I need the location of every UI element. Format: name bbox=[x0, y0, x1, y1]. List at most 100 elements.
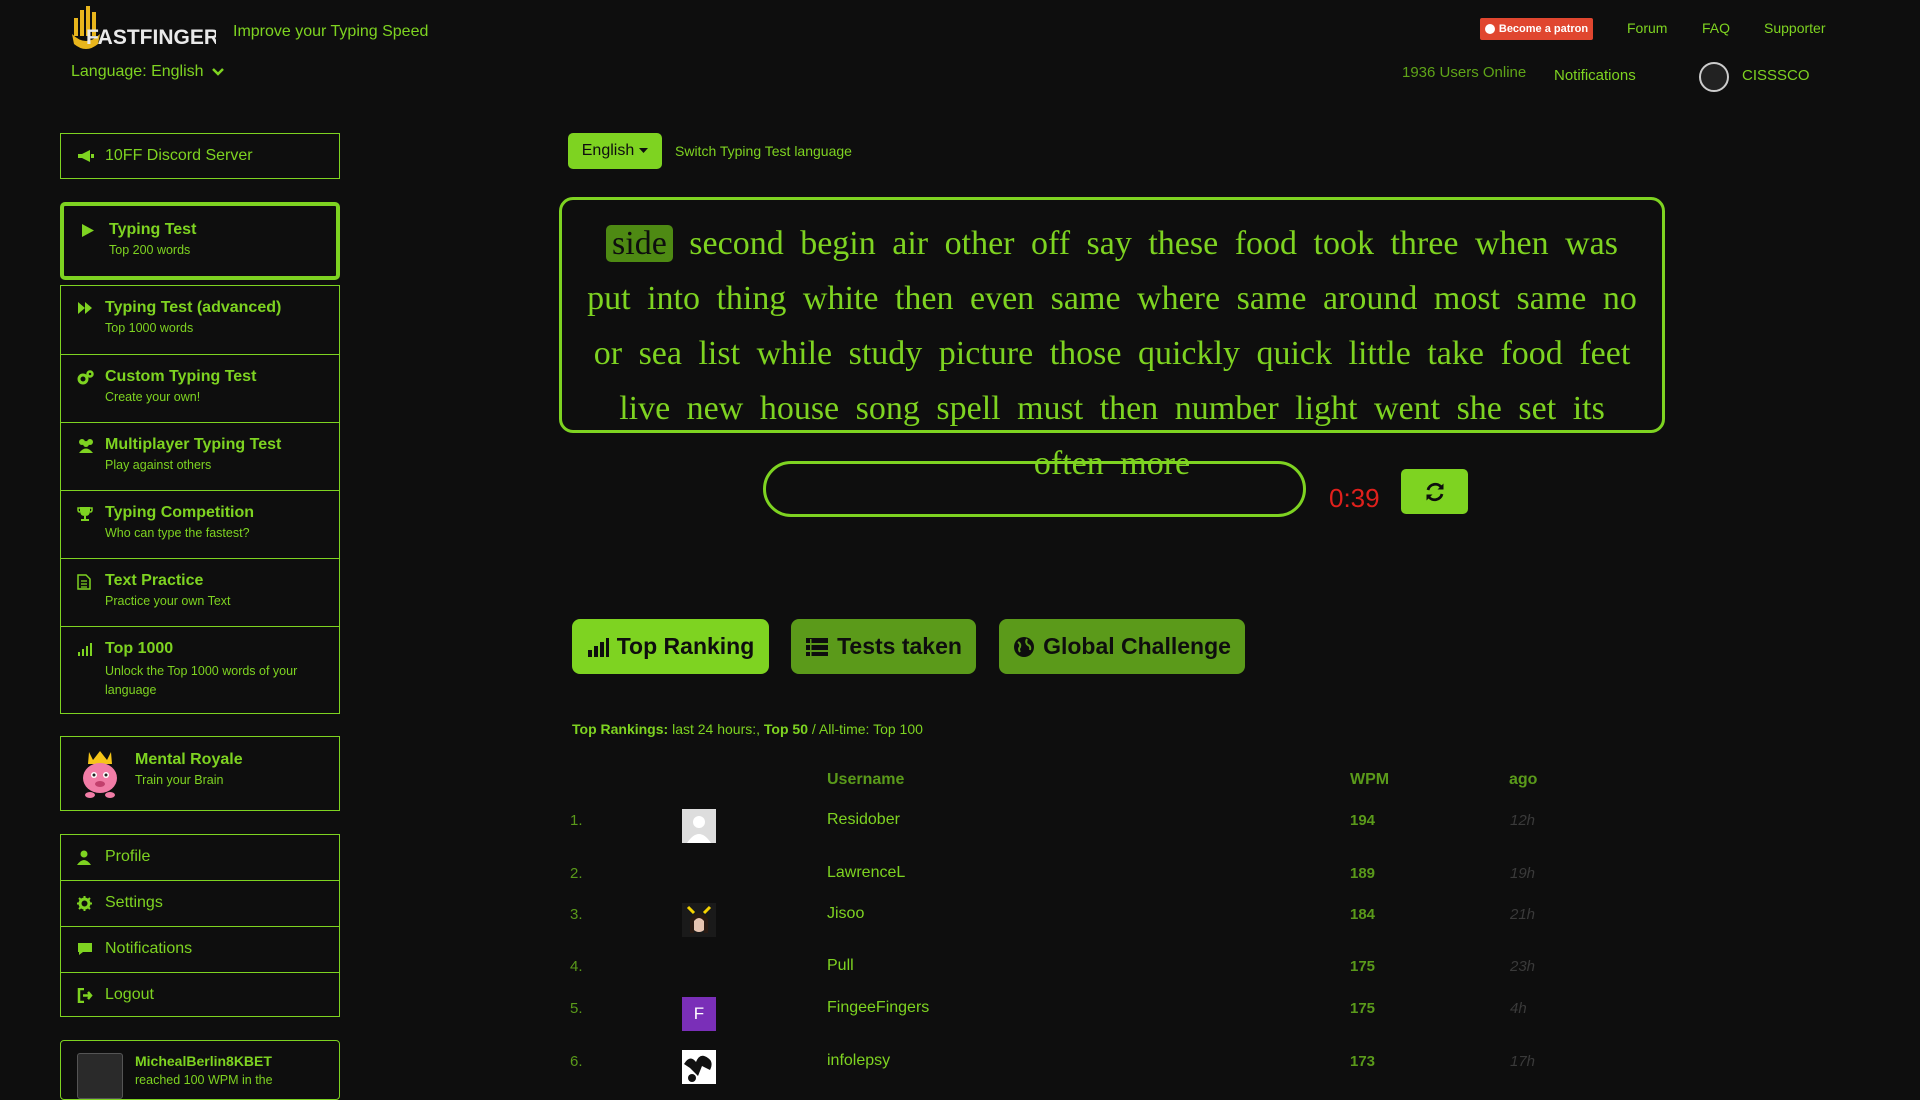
ranking-username[interactable]: Pull bbox=[827, 957, 854, 975]
ranking-user-avatar[interactable] bbox=[682, 1050, 716, 1084]
account-item-profile[interactable]: Profile bbox=[61, 835, 339, 881]
test-language-button[interactable]: English bbox=[568, 133, 662, 169]
tab-global-challenge[interactable]: Global Challenge bbox=[999, 619, 1245, 674]
sidebar-item-typing-test-advanced[interactable]: Typing Test (advanced) Top 1000 words bbox=[61, 286, 339, 355]
ranking-wpm: 184 bbox=[1350, 906, 1376, 923]
ranking-wpm: 173 bbox=[1350, 1053, 1376, 1070]
nav-faq-link[interactable]: FAQ bbox=[1702, 20, 1730, 36]
sidebar-item-multiplayer[interactable]: Multiplayer Typing Test Play against oth… bbox=[61, 423, 339, 491]
column-header-username[interactable]: Username bbox=[827, 771, 904, 789]
ranking-ago: 4h bbox=[1510, 1000, 1527, 1017]
user-avatar[interactable] bbox=[1699, 62, 1729, 92]
word: into bbox=[647, 280, 700, 317]
fast-forward-icon bbox=[77, 301, 95, 315]
ranking-wpm: 175 bbox=[1350, 958, 1376, 975]
word: light bbox=[1295, 390, 1358, 427]
sidebar-item-label: Top 1000 bbox=[105, 640, 174, 657]
word: those bbox=[1049, 335, 1122, 372]
account-item-label: Notifications bbox=[105, 940, 193, 957]
header-notifications-link[interactable]: Notifications bbox=[1554, 67, 1636, 84]
sidebar-item-sublabel: Create your own! bbox=[105, 390, 201, 404]
account-item-settings[interactable]: Settings bbox=[61, 881, 339, 927]
word: three bbox=[1390, 225, 1459, 262]
word: list bbox=[698, 335, 741, 372]
become-patron-label: Become a patron bbox=[1498, 23, 1589, 35]
word: when bbox=[1474, 225, 1549, 262]
word: house bbox=[759, 390, 840, 427]
rankings-24h-link[interactable]: last 24 hours:, bbox=[668, 721, 764, 737]
test-language-label: English bbox=[581, 142, 635, 159]
word: while bbox=[756, 335, 833, 372]
discord-server-label: 10FF Discord Server bbox=[105, 147, 253, 164]
current-word: side bbox=[606, 225, 673, 262]
account-item-label: Logout bbox=[105, 986, 154, 1003]
account-item-notifications[interactable]: Notifications bbox=[61, 927, 339, 973]
sidebar-nav-group: Typing Test (advanced) Top 1000 words Cu… bbox=[60, 285, 340, 714]
sidebar-item-sublabel: Unlock the Top 1000 words of your langua… bbox=[105, 664, 298, 697]
word: air bbox=[892, 225, 929, 262]
ranking-username[interactable]: infolepsy bbox=[827, 1052, 890, 1070]
become-patron-button[interactable]: Become a patron bbox=[1480, 18, 1593, 40]
ranking-user-avatar[interactable]: F bbox=[682, 997, 716, 1031]
site-logo[interactable]: FASTFINGERS bbox=[70, 4, 216, 60]
ranking-username[interactable]: Residober bbox=[827, 811, 900, 829]
ranking-position: 2. bbox=[570, 865, 583, 882]
word: quickly bbox=[1137, 335, 1240, 372]
ranking-user-avatar[interactable] bbox=[682, 809, 716, 843]
activity-feed-item[interactable]: MichealBerlin8KBET reached 100 WPM in th… bbox=[60, 1040, 340, 1100]
countdown-timer: 0:39 bbox=[1329, 483, 1380, 513]
sidebar-item-sublabel: Practice your own Text bbox=[105, 594, 231, 608]
sidebar-item-sublabel: Play against others bbox=[105, 458, 212, 472]
sidebar-item-text-practice[interactable]: Text Practice Practice your own Text bbox=[61, 559, 339, 627]
users-online-count[interactable]: 1936 Users Online bbox=[1402, 64, 1526, 81]
ranking-username[interactable]: LawrenceL bbox=[827, 864, 905, 882]
account-item-logout[interactable]: Logout bbox=[61, 973, 339, 1018]
sidebar-item-custom-typing-test[interactable]: Custom Typing Test Create your own! bbox=[61, 355, 339, 423]
word: same bbox=[1050, 280, 1121, 317]
patreon-icon bbox=[1484, 24, 1495, 34]
word: say bbox=[1086, 225, 1132, 262]
nav-supporter-link[interactable]: Supporter bbox=[1764, 20, 1825, 36]
reset-test-button[interactable] bbox=[1401, 469, 1468, 514]
user-icon bbox=[77, 850, 95, 865]
ranking-username[interactable]: Jisoo bbox=[827, 905, 864, 923]
mental-royale-mascot-icon bbox=[77, 748, 123, 800]
sidebar-item-sublabel: Who can type the fastest? bbox=[105, 526, 250, 540]
language-selector-label: Language: English bbox=[71, 63, 204, 80]
word: feet bbox=[1579, 335, 1631, 372]
mental-royale-promo[interactable]: Mental Royale Train your Brain bbox=[60, 736, 340, 811]
word: live bbox=[619, 390, 671, 427]
mental-royale-subtitle: Train your Brain bbox=[135, 773, 224, 787]
ranking-username[interactable]: FingeeFingers bbox=[827, 999, 929, 1017]
tab-tests-taken[interactable]: Tests taken bbox=[791, 619, 976, 674]
discord-server-link[interactable]: 10FF Discord Server bbox=[60, 133, 340, 179]
word: new bbox=[686, 390, 744, 427]
rankings-top50-link[interactable]: Top 50 bbox=[764, 721, 808, 737]
word: second bbox=[689, 225, 784, 262]
sidebar-item-typing-test[interactable]: Typing Test Top 200 words bbox=[60, 202, 340, 280]
ranking-user-avatar[interactable] bbox=[682, 903, 716, 937]
users-icon bbox=[77, 438, 95, 453]
tab-top-ranking[interactable]: Top Ranking bbox=[572, 619, 769, 674]
ranking-position: 4. bbox=[570, 958, 583, 975]
nav-forum-link[interactable]: Forum bbox=[1627, 20, 1667, 36]
tab-label: Top Ranking bbox=[616, 633, 755, 659]
sidebar-item-top-1000[interactable]: Top 1000 Unlock the Top 1000 words of yo… bbox=[61, 627, 339, 713]
sidebar-item-typing-competition[interactable]: Typing Competition Who can type the fast… bbox=[61, 491, 339, 559]
word: food bbox=[1500, 335, 1563, 372]
language-selector[interactable]: Language: English bbox=[71, 63, 224, 81]
column-header-wpm[interactable]: WPM bbox=[1350, 771, 1389, 789]
typing-input[interactable] bbox=[763, 461, 1306, 517]
word: must bbox=[1017, 390, 1084, 427]
word: little bbox=[1348, 335, 1411, 372]
word: most bbox=[1433, 280, 1500, 317]
chevron-down-icon bbox=[211, 68, 224, 76]
trophy-icon bbox=[77, 506, 95, 521]
rankings-filter-info: Top Rankings: last 24 hours:, Top 50 / A… bbox=[572, 721, 923, 737]
word: no bbox=[1602, 280, 1637, 317]
column-header-ago[interactable]: ago bbox=[1509, 771, 1537, 789]
play-icon bbox=[81, 223, 99, 238]
header-username[interactable]: CISSSCO bbox=[1742, 67, 1810, 84]
word: other bbox=[944, 225, 1015, 262]
rankings-alltime-link[interactable]: / All-time: Top 100 bbox=[808, 721, 923, 737]
